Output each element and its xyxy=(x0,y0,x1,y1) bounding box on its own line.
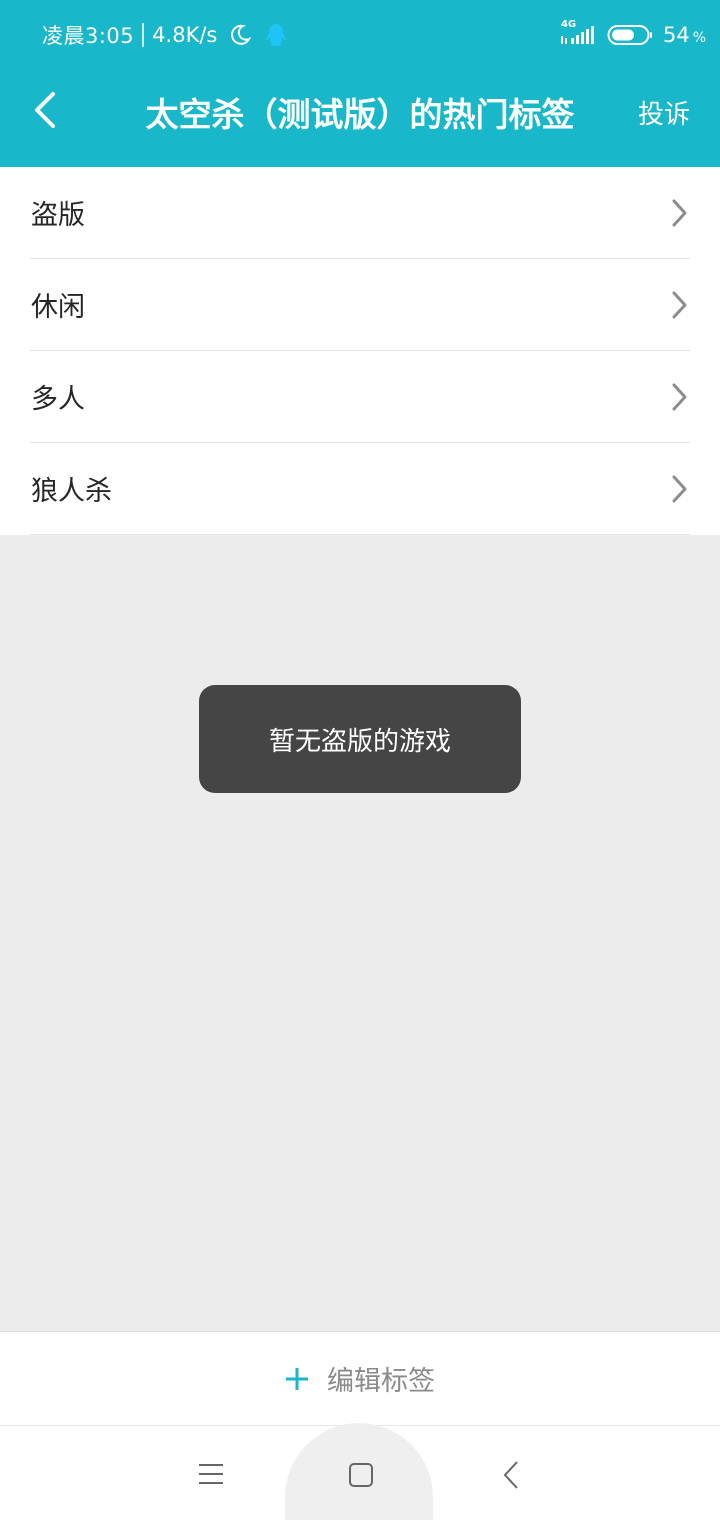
battery-percent-unit: % xyxy=(692,30,706,46)
plus-icon xyxy=(285,1367,309,1391)
moon-icon xyxy=(229,24,252,46)
tag-row-piracy[interactable]: 盗版 xyxy=(30,167,690,259)
system-nav-bar xyxy=(0,1423,720,1520)
battery-percent: 54% xyxy=(663,23,706,47)
report-button[interactable]: 投诉 xyxy=(638,94,690,131)
tag-label: 休闲 xyxy=(31,292,85,323)
back-icon[interactable] xyxy=(502,1460,520,1490)
toast-text: 暂无盗版的游戏 xyxy=(268,726,451,757)
chevron-right-icon xyxy=(670,290,690,320)
tag-row-casual[interactable]: 休闲 xyxy=(30,259,690,351)
status-left: 凌晨3:05 4.8K/s xyxy=(42,20,287,50)
chevron-right-icon xyxy=(670,198,690,228)
battery-percent-value: 54 xyxy=(662,23,690,47)
tag-row-multiplayer[interactable]: 多人 xyxy=(30,351,690,443)
status-right: 4G 54% xyxy=(559,19,706,50)
status-bar: 凌晨3:05 4.8K/s 4G 54 % xyxy=(0,0,720,70)
home-icon[interactable] xyxy=(348,1462,374,1488)
tag-label: 多人 xyxy=(31,384,85,415)
battery-icon xyxy=(607,24,653,46)
tag-row-werewolf[interactable]: 狼人杀 xyxy=(30,443,690,535)
tag-label: 盗版 xyxy=(31,200,85,231)
page-title: 太空杀（测试版）的热门标签 xyxy=(145,95,575,134)
status-net-speed: 4.8K/s xyxy=(152,23,218,47)
title-bar: 太空杀（测试版）的热门标签 投诉 xyxy=(0,70,720,167)
chevron-right-icon xyxy=(670,474,690,504)
signal-icon: 4G xyxy=(559,19,597,48)
edit-tags-label: 编辑标签 xyxy=(327,1366,435,1397)
tag-label: 狼人杀 xyxy=(31,476,112,507)
chevron-right-icon xyxy=(670,382,690,412)
hot-tag-list: 盗版 休闲 多人 狼人杀 xyxy=(0,167,720,535)
edit-tags-button[interactable]: 编辑标签 xyxy=(285,1359,435,1398)
back-button[interactable] xyxy=(22,84,68,136)
menu-icon[interactable] xyxy=(198,1462,224,1486)
back-arrow-icon xyxy=(35,92,55,128)
app-header: 凌晨3:05 4.8K/s 4G 54 % 太空杀（测试版）的热门标签 投诉 xyxy=(0,0,720,167)
status-divider xyxy=(142,23,145,47)
status-time: 凌晨3:05 xyxy=(42,24,135,48)
edit-tags-bar: 编辑标签 xyxy=(0,1331,720,1425)
toast-message: 暂无盗版的游戏 xyxy=(199,685,521,793)
qq-icon xyxy=(265,23,287,47)
